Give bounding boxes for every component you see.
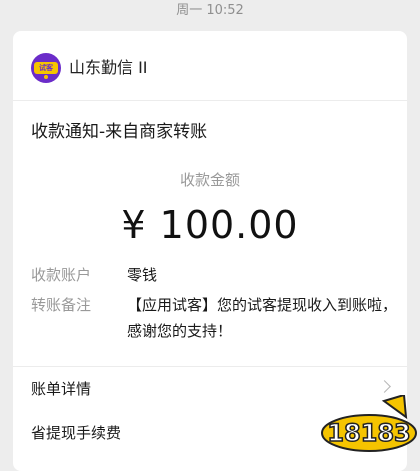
amount-label: 收款金额 — [179, 171, 240, 189]
card-header[interactable]: 试客 山东勤信 II — [13, 31, 407, 101]
avatar-logo-text: 试客 — [34, 62, 58, 74]
receiving-account-label: 收款账户 — [31, 266, 92, 284]
divider — [13, 366, 407, 367]
watermark-text: 18183 — [327, 419, 411, 447]
account-name[interactable]: 山东勤信 II — [69, 55, 148, 81]
transfer-note-label: 转账备注 — [31, 296, 92, 314]
bill-details-label: 账单详情 — [31, 380, 92, 398]
chevron-right-icon — [378, 380, 391, 393]
transfer-note-value: 【应用试客】您的试客提现收入到账啦，感谢您的支持！ — [127, 296, 398, 340]
receiving-account-value: 零钱 — [127, 266, 158, 284]
watermark-logo: 18183 — [321, 395, 417, 452]
notification-title: 收款通知-来自商家转账 — [31, 122, 208, 142]
avatar-dot-icon — [44, 75, 48, 79]
account-avatar[interactable]: 试客 — [31, 53, 61, 83]
message-timestamp: 周一 10:52 — [176, 3, 244, 18]
withdraw-fee-label: 省提现手续费 — [31, 424, 122, 442]
amount-value: ¥ 100.00 — [121, 203, 299, 247]
